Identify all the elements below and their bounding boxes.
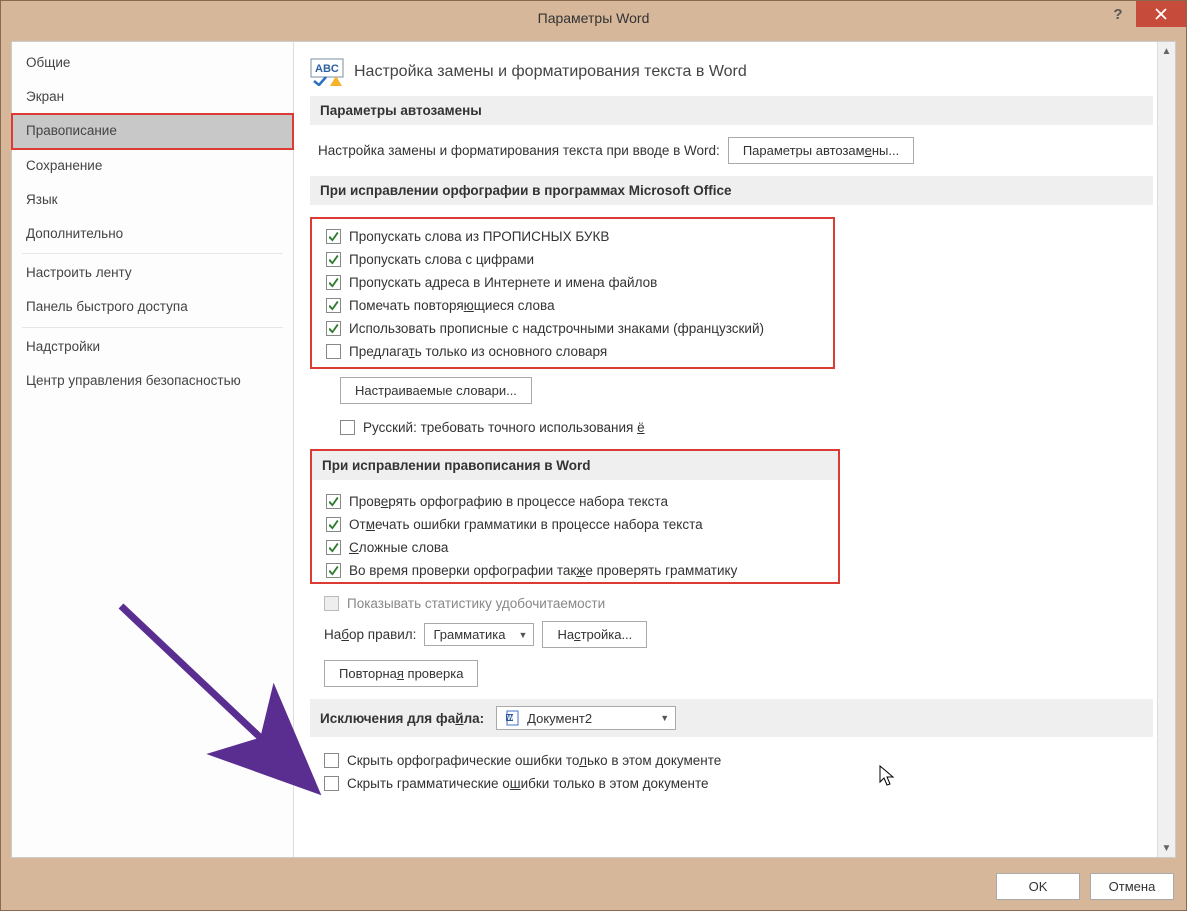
grammar-settings-button[interactable]: Настройка...	[542, 621, 647, 648]
sidebar-item-proofing[interactable]: Правописание	[12, 114, 293, 148]
svg-text:ABC: ABC	[315, 63, 339, 75]
sidebar-item-customize-ribbon[interactable]: Настроить ленту	[12, 256, 293, 290]
check-spell-as-type[interactable]: Проверять орфографию в процессе набора т…	[312, 490, 838, 513]
checkbox-icon[interactable]	[340, 420, 355, 435]
autocorrect-desc: Настройка замены и форматирования текста…	[318, 143, 720, 158]
custom-dictionaries-button[interactable]: Настраиваемые словари...	[340, 377, 532, 404]
scroll-down-icon[interactable]: ▼	[1158, 839, 1175, 857]
sidebar-item-general[interactable]: Общие	[12, 46, 293, 80]
section-exceptions-header: Исключения для файла: W Документ2	[310, 699, 1153, 737]
recheck-button[interactable]: Повторная проверка	[324, 660, 478, 687]
ok-button[interactable]: OK	[996, 873, 1080, 900]
section-spelling-word-header: При исправлении правописания в Word	[312, 451, 838, 480]
exceptions-document-dropdown[interactable]: W Документ2	[496, 706, 676, 730]
svg-text:W: W	[507, 715, 514, 722]
page-heading: Настройка замены и форматирования текста…	[354, 63, 747, 81]
check-grammar-with-spelling[interactable]: Во время проверки орфографии также прове…	[312, 559, 838, 582]
titlebar: Параметры Word ?	[1, 1, 1186, 35]
sidebar-item-save[interactable]: Сохранение	[12, 149, 293, 183]
main-panel: ABC Настройка замены и форматирования те…	[294, 42, 1175, 857]
section-autocorrect-header: Параметры автозамены	[310, 96, 1153, 125]
checkbox-icon[interactable]	[324, 753, 339, 768]
check-main-dict[interactable]: Предлагать только из основного словаря	[312, 340, 833, 363]
ruleset-label: Набор правил:	[324, 627, 416, 642]
sidebar: Общие Экран Правописание Сохранение Язык…	[12, 42, 294, 857]
checkbox-icon[interactable]	[326, 540, 341, 555]
check-hide-grammar[interactable]: Скрыть грамматические ошибки только в эт…	[310, 772, 1153, 795]
check-hide-spelling[interactable]: Скрыть орфографические ошибки только в э…	[310, 749, 1153, 772]
check-repeated[interactable]: Помечать повторяющиеся слова	[312, 294, 833, 317]
autocorrect-options-button[interactable]: Параметры автозамены...	[728, 137, 914, 164]
check-french-accents[interactable]: Использовать прописные с надстрочными зн…	[312, 317, 833, 340]
ruleset-dropdown[interactable]: Грамматика	[424, 623, 534, 646]
check-russian-yo[interactable]: Русский: требовать точного использования…	[310, 416, 1153, 439]
sidebar-item-addins[interactable]: Надстройки	[12, 330, 293, 364]
section-spelling-office-header: При исправлении орфографии в программах …	[310, 176, 1153, 205]
check-grammar-as-type[interactable]: Отмечать ошибки грамматики в процессе на…	[312, 513, 838, 536]
checkbox-icon[interactable]	[326, 229, 341, 244]
check-internet[interactable]: Пропускать адреса в Интернете и имена фа…	[312, 271, 833, 294]
check-uppercase[interactable]: Пропускать слова из ПРОПИСНЫХ БУКВ	[312, 225, 833, 248]
proofing-icon: ABC	[310, 58, 344, 86]
checkbox-icon[interactable]	[324, 776, 339, 791]
document-icon: W	[505, 710, 521, 726]
checkbox-icon[interactable]	[326, 252, 341, 267]
checkbox-icon[interactable]	[326, 275, 341, 290]
check-readability-stats: Показывать статистику удобочитаемости	[310, 592, 1153, 615]
checkbox-icon[interactable]	[326, 563, 341, 578]
scroll-up-icon[interactable]: ▲	[1158, 42, 1175, 60]
check-numbers[interactable]: Пропускать слова с цифрами	[312, 248, 833, 271]
dialog-footer: OK Отмена	[996, 873, 1174, 900]
dialog-window: Параметры Word ? Общие Экран Правописани…	[0, 0, 1187, 911]
highlight-box-spelling-word: При исправлении правописания в Word Пров…	[310, 449, 840, 584]
checkbox-icon[interactable]	[326, 298, 341, 313]
sidebar-item-language[interactable]: Язык	[12, 183, 293, 217]
sidebar-item-advanced[interactable]: Дополнительно	[12, 217, 293, 251]
checkbox-icon[interactable]	[326, 517, 341, 532]
scrollbar[interactable]: ▲ ▼	[1157, 42, 1175, 857]
close-button[interactable]	[1136, 1, 1186, 27]
sidebar-item-trust-center[interactable]: Центр управления безопасностью	[12, 364, 293, 398]
help-button[interactable]: ?	[1100, 1, 1136, 27]
checkbox-icon	[324, 596, 339, 611]
checkbox-icon[interactable]	[326, 494, 341, 509]
sidebar-item-quick-access[interactable]: Панель быстрого доступа	[12, 290, 293, 324]
close-icon	[1155, 8, 1167, 20]
sidebar-item-display[interactable]: Экран	[12, 80, 293, 114]
highlight-box-spelling-office: Пропускать слова из ПРОПИСНЫХ БУКВ Пропу…	[310, 217, 835, 369]
window-title: Параметры Word	[538, 10, 650, 26]
cancel-button[interactable]: Отмена	[1090, 873, 1174, 900]
checkbox-icon[interactable]	[326, 344, 341, 359]
checkbox-icon[interactable]	[326, 321, 341, 336]
check-compound-words[interactable]: Сложные слова	[312, 536, 838, 559]
